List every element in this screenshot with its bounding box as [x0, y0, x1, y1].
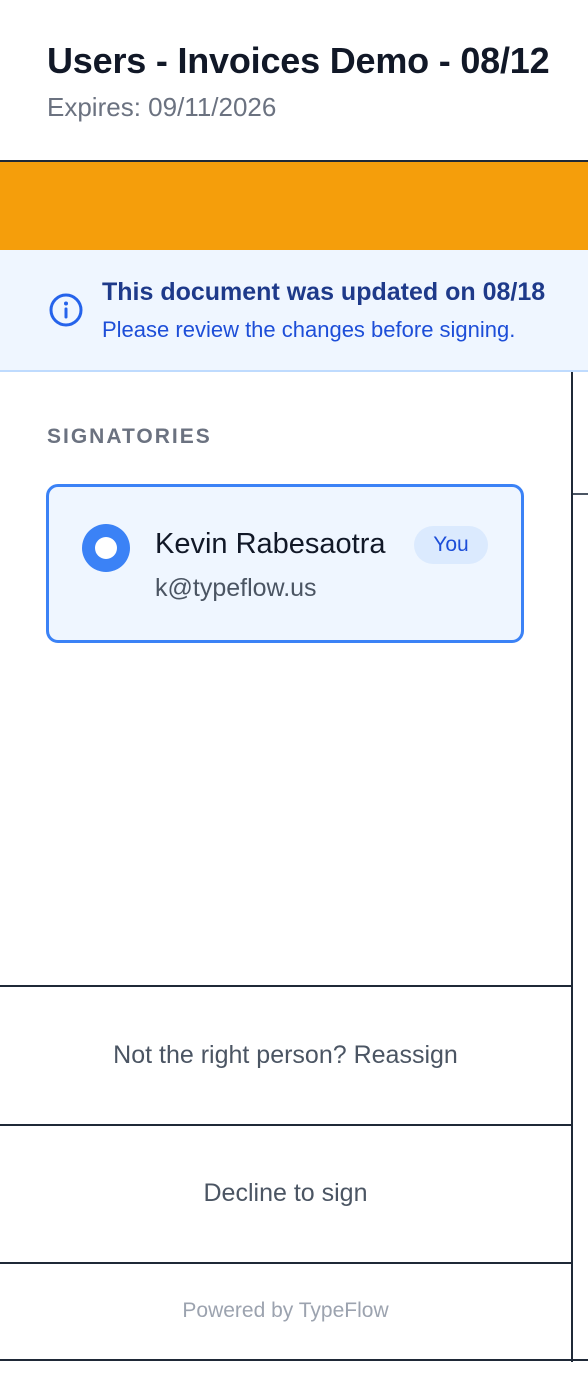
signatory-email: k@typeflow.us: [155, 574, 317, 602]
info-icon: [49, 293, 83, 327]
update-notice-subtitle: Please review the changes before signing…: [102, 317, 516, 342]
you-badge: You: [414, 526, 488, 564]
divider-decline: [0, 1124, 573, 1126]
signatory-radio[interactable]: [82, 524, 130, 572]
document-title: Users - Invoices Demo - 08/12: [47, 40, 550, 81]
reassign-link[interactable]: Not the right person? Reassign: [0, 1041, 571, 1070]
footer-bottom-rule: [0, 1359, 588, 1361]
signing-page: Users - Invoices Demo - 08/12 Expires: 0…: [0, 0, 588, 1382]
panel-divider: [571, 372, 573, 1362]
decline-button[interactable]: Decline to sign: [0, 1179, 571, 1208]
update-notice-title: This document was updated on 08/18: [102, 278, 546, 306]
document-panel-edge: [573, 493, 588, 495]
divider-footer: [0, 1262, 573, 1264]
update-notice-banner: [0, 250, 588, 372]
divider-reassign: [0, 985, 573, 987]
signatory-name: Kevin Rabesaotra: [155, 528, 386, 560]
status-banner: [0, 162, 588, 250]
signatories-heading: SIGNATORIES: [47, 425, 212, 448]
document-header: Users - Invoices Demo - 08/12 Expires: 0…: [0, 0, 588, 161]
expiry-date: Expires: 09/11/2026: [47, 92, 277, 122]
powered-by: Powered by TypeFlow: [182, 1299, 389, 1322]
radio-selected-dot: [95, 537, 117, 559]
